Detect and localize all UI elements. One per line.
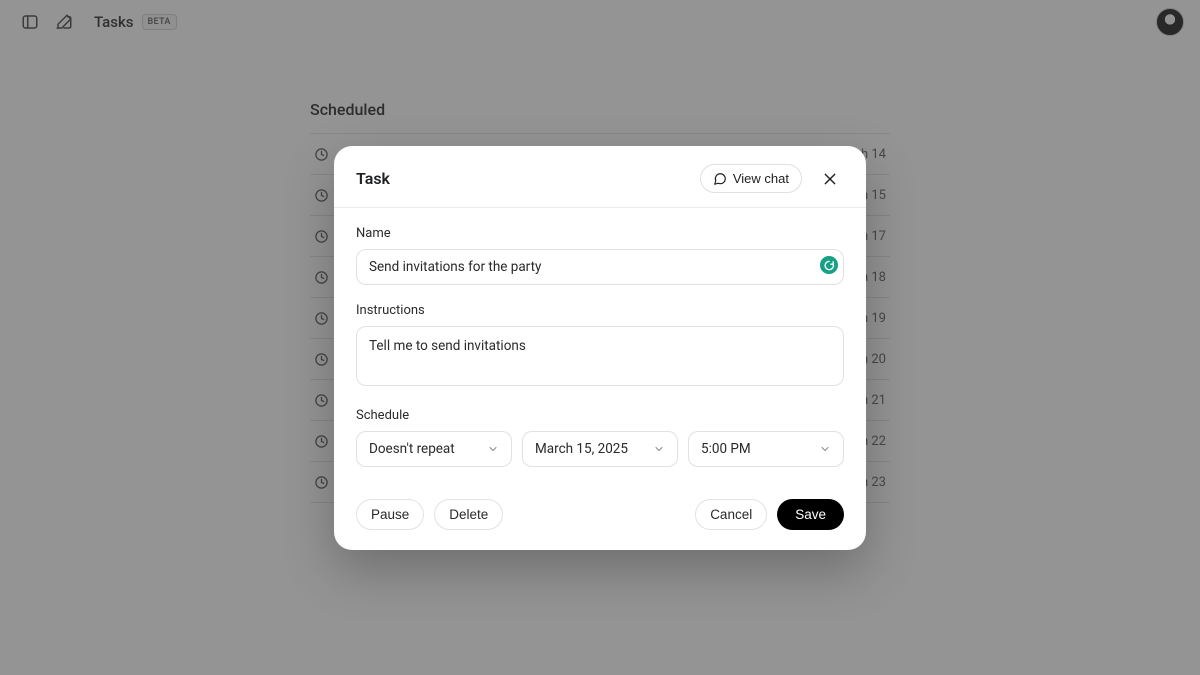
repeat-select[interactable]: Doesn't repeat	[356, 431, 512, 467]
repeat-select-value: Doesn't repeat	[369, 441, 455, 457]
time-select[interactable]: 5:00 PM	[688, 431, 844, 467]
date-select-value: March 15, 2025	[535, 441, 628, 457]
instructions-field-label: Instructions	[356, 303, 844, 318]
cancel-button[interactable]: Cancel	[695, 499, 767, 530]
modal-overlay: Task View chat Name	[0, 0, 1200, 675]
time-select-value: 5:00 PM	[701, 441, 751, 457]
save-button[interactable]: Save	[777, 499, 844, 530]
modal-title: Task	[356, 169, 700, 188]
task-instructions-input[interactable]	[356, 326, 844, 386]
grammarly-icon[interactable]	[820, 256, 838, 274]
task-name-input[interactable]	[356, 249, 844, 285]
chevron-down-icon	[487, 443, 499, 455]
view-chat-button[interactable]: View chat	[700, 164, 802, 193]
view-chat-label: View chat	[733, 171, 789, 186]
chevron-down-icon	[819, 443, 831, 455]
task-modal: Task View chat Name	[334, 146, 866, 550]
delete-button[interactable]: Delete	[434, 499, 503, 530]
chat-icon	[713, 172, 727, 186]
chevron-down-icon	[653, 443, 665, 455]
schedule-field-label: Schedule	[356, 408, 844, 423]
name-field-label: Name	[356, 226, 844, 241]
close-button[interactable]	[816, 165, 844, 193]
close-icon	[822, 171, 838, 187]
date-select[interactable]: March 15, 2025	[522, 431, 678, 467]
pause-button[interactable]: Pause	[356, 499, 424, 530]
